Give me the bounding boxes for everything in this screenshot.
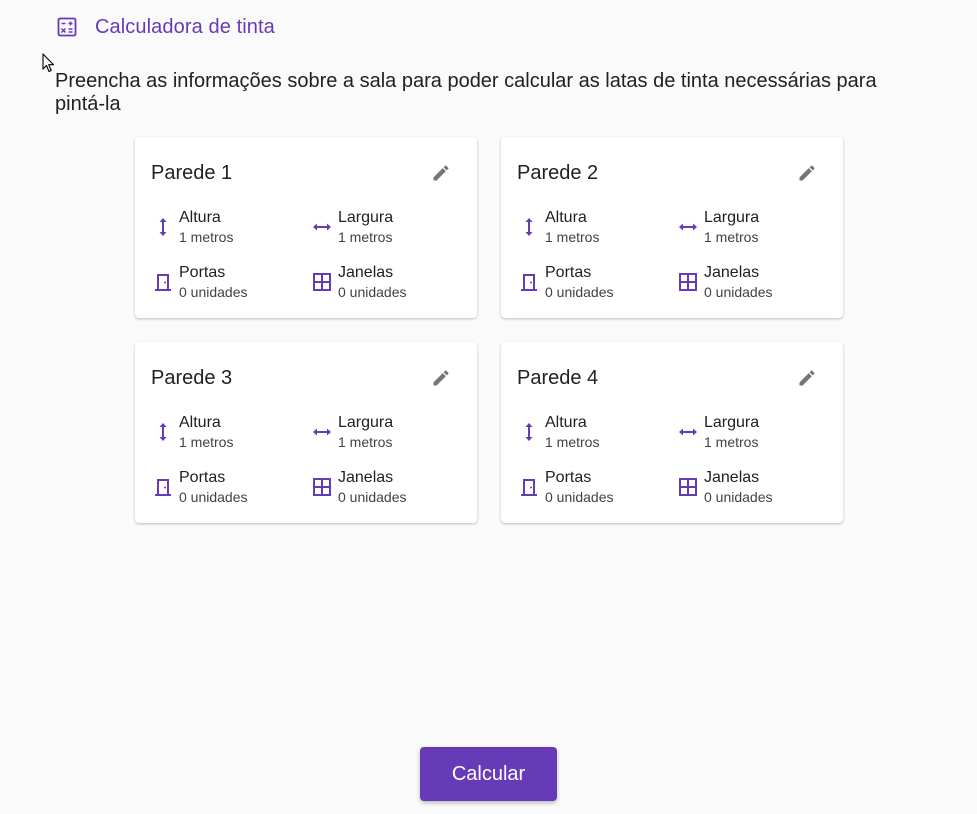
walls-grid: Parede 1 Altura 1 metros Largura 1 metro… [135,137,845,523]
pencil-icon[interactable] [431,163,451,183]
wall-card-4: Parede 4 Altura 1 metros Largura 1 metro… [501,342,843,523]
app-title: Calculadora de tinta [95,15,275,38]
calculate-button[interactable]: Calcular [420,747,557,801]
horizontal-arrows-icon [676,215,700,239]
vertical-arrows-icon [517,215,541,239]
door-icon [151,475,175,499]
doors-attribute: Portas 0 unidades [151,469,248,507]
windows-label: Janelas [704,264,760,281]
edit-wall-button[interactable] [795,161,819,185]
width-attribute: Largura 1 metros [676,209,759,247]
vertical-arrows-icon [151,420,175,444]
vertical-arrows-icon [151,215,175,239]
doors-value: 0 unidades [545,489,614,505]
windows-label: Janelas [338,469,394,486]
width-value: 1 metros [338,229,393,245]
height-value: 1 metros [179,434,234,450]
window-icon [310,270,334,294]
pencil-icon[interactable] [797,163,817,183]
width-label: Largura [338,209,394,226]
wall-card-3: Parede 3 Altura 1 metros Largura 1 metro… [135,342,477,523]
calculator-icon [55,15,79,39]
instructions-text: Preencha as informações sobre a sala par… [55,70,877,115]
width-value: 1 metros [704,434,759,450]
mouse-cursor-icon [42,53,55,73]
doors-value: 0 unidades [545,284,614,300]
horizontal-arrows-icon [310,215,334,239]
doors-label: Portas [545,469,592,486]
height-label: Altura [545,209,587,226]
doors-value: 0 unidades [179,489,248,505]
width-label: Largura [338,414,394,431]
window-icon [310,475,334,499]
doors-value: 0 unidades [179,284,248,300]
height-value: 1 metros [545,229,600,245]
vertical-arrows-icon [517,420,541,444]
width-label: Largura [704,209,760,226]
horizontal-arrows-icon [676,420,700,444]
doors-attribute: Portas 0 unidades [151,264,248,302]
width-value: 1 metros [704,229,759,245]
windows-value: 0 unidades [704,284,773,300]
doors-attribute: Portas 0 unidades [517,264,614,302]
wall-title: Parede 3 [151,367,233,389]
windows-value: 0 unidades [338,489,407,505]
doors-label: Portas [545,264,592,281]
wall-card-2: Parede 2 Altura 1 metros Largura 1 metro… [501,137,843,318]
horizontal-arrows-icon [310,420,334,444]
edit-wall-button[interactable] [429,366,453,390]
wall-title: Parede 4 [517,367,599,389]
height-value: 1 metros [545,434,600,450]
wall-card-1: Parede 1 Altura 1 metros Largura 1 metro… [135,137,477,318]
window-icon [676,475,700,499]
wall-title: Parede 2 [517,162,599,184]
windows-label: Janelas [338,264,394,281]
door-icon [517,475,541,499]
width-attribute: Largura 1 metros [310,414,393,452]
height-attribute: Altura 1 metros [517,414,599,452]
edit-wall-button[interactable] [429,161,453,185]
wall-title: Parede 1 [151,162,233,184]
height-label: Altura [545,414,587,431]
width-attribute: Largura 1 metros [676,414,759,452]
doors-label: Portas [179,264,226,281]
window-icon [676,270,700,294]
app-header: Calculadora de tinta [55,14,275,40]
windows-value: 0 unidades [704,489,773,505]
windows-value: 0 unidades [338,284,407,300]
pencil-icon[interactable] [797,368,817,388]
width-attribute: Largura 1 metros [310,209,393,247]
door-icon [151,270,175,294]
height-label: Altura [179,209,221,226]
doors-label: Portas [179,469,226,486]
height-attribute: Altura 1 metros [517,209,599,247]
height-value: 1 metros [179,229,234,245]
height-label: Altura [179,414,221,431]
height-attribute: Altura 1 metros [151,209,233,247]
width-value: 1 metros [338,434,393,450]
windows-attribute: Janelas 0 unidades [310,469,407,507]
windows-attribute: Janelas 0 unidades [676,469,773,507]
windows-attribute: Janelas 0 unidades [676,264,773,302]
edit-wall-button[interactable] [795,366,819,390]
windows-label: Janelas [704,469,760,486]
pencil-icon[interactable] [431,368,451,388]
width-label: Largura [704,414,760,431]
door-icon [517,270,541,294]
windows-attribute: Janelas 0 unidades [310,264,407,302]
doors-attribute: Portas 0 unidades [517,469,614,507]
height-attribute: Altura 1 metros [151,414,233,452]
